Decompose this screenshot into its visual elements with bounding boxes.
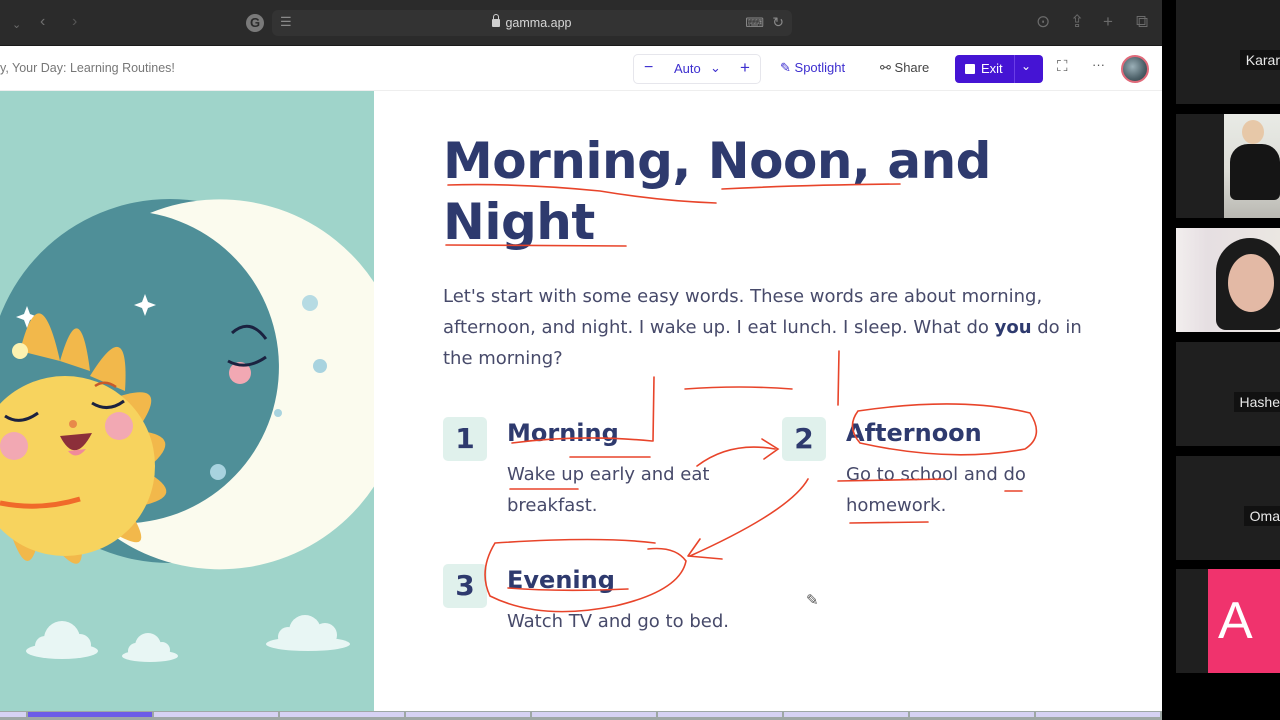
cloud-icon	[122, 633, 178, 662]
exit-button-group: Exit ⌄	[955, 55, 1043, 83]
spotlight-label: Spotlight	[794, 60, 846, 75]
share-button[interactable]: ⚯ Share	[880, 60, 929, 76]
zoom-out-button[interactable]: −	[644, 59, 653, 77]
participant-name: Karar	[1239, 50, 1280, 70]
step-heading: Morning	[507, 419, 619, 447]
participant-name: Oma	[1243, 506, 1280, 526]
browser-toolbar: ⌄ ‹ › G ☰ gamma.app ⌨ ↻ ⊙ ⇪ + ⧉	[0, 0, 1162, 46]
reload-icon[interactable]: ↻	[772, 14, 784, 31]
progress-segment[interactable]	[532, 712, 656, 717]
slide-progress-bar[interactable]	[0, 711, 1166, 720]
intro-paragraph: Let's start with some easy words. These …	[443, 281, 1103, 374]
sun-cheek	[0, 432, 28, 460]
chevron-down-icon[interactable]: ⌄	[710, 60, 721, 76]
moon-spot	[302, 295, 318, 311]
progress-segment[interactable]	[28, 712, 152, 717]
participant-tile[interactable]: Hashe	[1176, 342, 1280, 446]
spotlight-icon: ✎	[780, 60, 791, 75]
exit-label: Exit	[981, 61, 1003, 76]
zoom-control: − Auto ⌄ +	[633, 54, 761, 84]
participant-face	[1242, 120, 1264, 144]
step-number: 1	[443, 417, 487, 461]
sun-highlight	[12, 343, 28, 359]
app-header: y, Your Day: Learning Routines! − Auto ⌄…	[0, 46, 1162, 91]
progress-segment[interactable]	[0, 712, 26, 717]
step-description: Go to school and do homework.	[846, 464, 1026, 516]
step-description: Wake up early and eat breakfast.	[507, 464, 710, 516]
progress-segment[interactable]	[154, 712, 278, 717]
sun-moon-illustration	[0, 199, 374, 662]
zoom-select[interactable]: Auto	[674, 61, 701, 76]
participant-body	[1230, 144, 1280, 200]
moon-spot	[274, 409, 282, 417]
url-label: gamma.app	[505, 16, 572, 30]
sun-nose	[69, 420, 77, 428]
intro-emphasis: you	[994, 317, 1032, 338]
step-heading: Evening	[507, 566, 615, 594]
forward-icon[interactable]: ›	[72, 12, 77, 32]
moon-spot	[313, 359, 327, 373]
step-description: Watch TV and go to bed.	[507, 611, 729, 632]
step-number: 3	[443, 564, 487, 608]
participant-tile[interactable]	[1176, 228, 1280, 332]
intro-text: Let's start with some easy words. These …	[443, 286, 1043, 338]
sidebar-toggle-icon[interactable]: ⌄	[12, 15, 21, 35]
sun-cheek	[105, 412, 133, 440]
slide: Morning, Noon, and Night Let's start wit…	[0, 91, 1162, 711]
exit-options-chevron-icon[interactable]: ⌄	[1021, 59, 1031, 73]
new-tab-icon[interactable]: +	[1103, 12, 1113, 32]
cloud-icon	[26, 621, 98, 659]
zoom-in-button[interactable]: +	[740, 58, 750, 78]
progress-segment[interactable]	[658, 712, 782, 717]
user-avatar[interactable]	[1121, 55, 1149, 83]
step-heading: Afternoon	[846, 419, 982, 447]
exit-button[interactable]: Exit	[955, 55, 1015, 83]
participant-initial-avatar: A	[1208, 569, 1280, 673]
step-number: 2	[782, 417, 826, 461]
share-label: Share	[894, 60, 930, 75]
translate-icon[interactable]: ⌨	[745, 15, 764, 31]
progress-segment[interactable]	[406, 712, 530, 717]
address-bar[interactable]: ☰ gamma.app ⌨ ↻	[272, 10, 792, 36]
link-icon: ⚯	[880, 60, 891, 75]
screen: ⌄ ‹ › G ☰ gamma.app ⌨ ↻ ⊙ ⇪ + ⧉ y, Your …	[0, 0, 1280, 720]
progress-segment[interactable]	[784, 712, 908, 717]
participant-tile[interactable]: Karar	[1176, 0, 1280, 104]
document-title: y, Your Day: Learning Routines!	[0, 61, 175, 75]
participant-tile[interactable]: Oma	[1176, 456, 1280, 560]
progress-segment[interactable]	[280, 712, 404, 717]
stop-icon	[965, 64, 975, 74]
progress-segment[interactable]	[910, 712, 1034, 717]
participant-face	[1228, 254, 1274, 312]
share-icon[interactable]: ⇪	[1070, 12, 1084, 32]
participant-tile[interactable]: A	[1176, 569, 1280, 673]
participants-panel: Karar Hashe Oma A	[1162, 0, 1280, 720]
tabs-overview-icon[interactable]: ⧉	[1136, 12, 1148, 32]
moon-spot	[210, 464, 226, 480]
slide-illustration	[0, 91, 374, 711]
download-icon[interactable]: ⊙	[1036, 12, 1050, 32]
back-icon[interactable]: ‹	[40, 12, 45, 32]
url-text[interactable]: gamma.app	[272, 14, 792, 30]
participant-name: Hashe	[1233, 392, 1280, 412]
slide-content: Morning, Noon, and Night Let's start wit…	[374, 91, 1162, 711]
slide-title: Morning, Noon, and Night	[443, 132, 991, 251]
participant-video	[1176, 228, 1280, 332]
spotlight-button[interactable]: ✎ Spotlight	[780, 60, 845, 76]
participant-video	[1224, 114, 1280, 218]
lock-icon	[492, 14, 501, 27]
progress-segment[interactable]	[1036, 712, 1160, 717]
participant-tile[interactable]	[1176, 114, 1280, 218]
more-options-icon[interactable]: ···	[1092, 57, 1105, 72]
pen-cursor-icon: ✎	[806, 592, 819, 609]
fullscreen-icon[interactable]: ⛶	[1057, 58, 1068, 75]
grammarly-icon[interactable]: G	[246, 14, 264, 32]
cloud-icon	[266, 615, 350, 651]
